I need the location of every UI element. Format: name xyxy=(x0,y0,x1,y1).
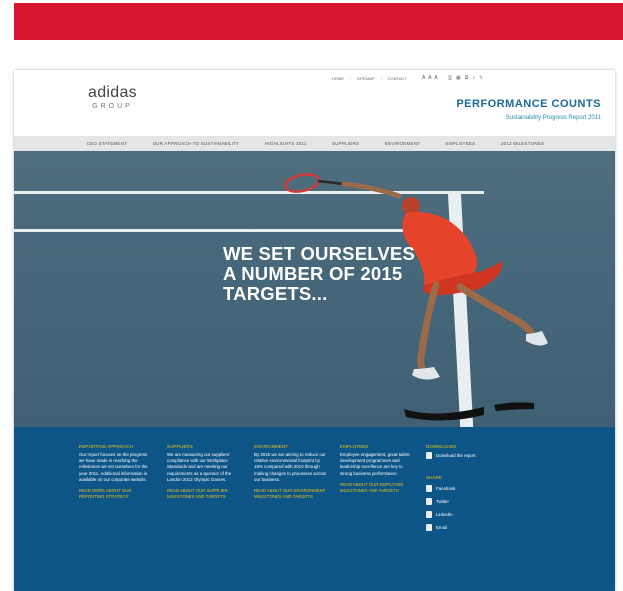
tool-icon[interactable]: ✎ xyxy=(479,75,483,81)
column-link[interactable]: READ MORE ABOUT OUR REPORTING STRATEGY xyxy=(79,488,153,500)
linkedin-icon xyxy=(426,511,432,518)
site-header: adidas GROUP HOME | SITEMAP | CONTACT A … xyxy=(14,70,615,136)
nav-item-milestones[interactable]: 2012 MILESTONES xyxy=(501,141,544,146)
reporting-column: REPORTING APPROACH Our report focuses on… xyxy=(79,444,153,500)
column-heading: SUPPLIERS xyxy=(167,444,193,449)
top-links: HOME | SITEMAP | CONTACT xyxy=(332,76,407,81)
download-label: Download the report xyxy=(436,453,476,458)
employees-column: EMPLOYEES Employee engagement, great tal… xyxy=(340,444,414,494)
downloads-heading: DOWNLOADS xyxy=(426,444,457,449)
divider: | xyxy=(380,76,382,81)
facebook-label: Facebook xyxy=(436,486,456,491)
suppliers-column: SUPPLIERS We are measuring our suppliers… xyxy=(167,444,241,500)
utility-icons: ⎙ ▣ ⧉ ⌕ ✎ xyxy=(448,75,483,81)
page-subtitle: Sustainability Progress Report 2011 xyxy=(505,115,601,121)
print-icon[interactable]: ⎙ xyxy=(448,75,452,81)
hero-headline: WE SET OURSELVES A NUMBER OF 2015 TARGET… xyxy=(223,243,415,304)
column-heading: EMPLOYEES xyxy=(340,444,369,449)
environment-column: ENVIRONMENT By 2015 we are aiming to red… xyxy=(254,444,328,500)
pdf-icon xyxy=(426,452,432,459)
download-report-link[interactable]: Download the report xyxy=(426,452,506,459)
adidas-group-logo[interactable]: adidas GROUP xyxy=(88,84,137,110)
column-text: By 2015 we are aiming to reduce our rela… xyxy=(254,452,327,482)
bookmark-icon[interactable]: ▣ xyxy=(456,75,461,81)
main-nav: CEO STATEMENT OUR APPROACH TO SUSTAINABI… xyxy=(14,136,615,151)
column-heading: ENVIRONMENT xyxy=(254,444,288,449)
home-link[interactable]: HOME xyxy=(332,76,344,81)
column-text: Employee engagement, great talent develo… xyxy=(340,452,410,476)
facebook-link[interactable]: Facebook xyxy=(426,485,506,492)
footer-panel: REPORTING APPROACH Our report focuses on… xyxy=(14,427,615,591)
twitter-icon xyxy=(426,498,432,505)
logo-wordmark: adidas xyxy=(88,84,137,101)
share-icon[interactable]: ⧉ xyxy=(465,75,469,81)
sitemap-link[interactable]: SITEMAP xyxy=(357,76,375,81)
share-heading: SHARE xyxy=(426,475,442,480)
twitter-link[interactable]: Twitter xyxy=(426,498,506,505)
nav-item-highlights[interactable]: HIGHLIGHTS 2011 xyxy=(265,141,306,146)
email-icon xyxy=(426,524,432,531)
email-label: Email xyxy=(436,525,447,530)
contact-link[interactable]: CONTACT xyxy=(388,76,407,81)
hero-banner: WE SET OURSELVES A NUMBER OF 2015 TARGET… xyxy=(14,151,615,427)
search-icon[interactable]: ⌕ xyxy=(472,75,475,81)
column-text: We are measuring our suppliers' complian… xyxy=(167,452,232,482)
twitter-label: Twitter xyxy=(436,499,449,504)
linkedin-label: LinkedIn xyxy=(436,512,453,517)
linkedin-link[interactable]: LinkedIn xyxy=(426,511,506,518)
website-screenshot: adidas GROUP HOME | SITEMAP | CONTACT A … xyxy=(14,70,615,591)
facebook-icon xyxy=(426,485,432,492)
divider: | xyxy=(350,76,352,81)
nav-item-approach[interactable]: OUR APPROACH TO SUSTAINABILITY xyxy=(153,141,240,146)
nav-item-employees[interactable]: EMPLOYEES xyxy=(446,141,476,146)
page-title: PERFORMANCE COUNTS xyxy=(456,98,601,110)
column-text: Our report focuses on the progress we ha… xyxy=(79,452,148,482)
nav-item-suppliers[interactable]: SUPPLIERS xyxy=(332,141,359,146)
column-link[interactable]: READ ABOUT OUR SUPPLIER MILESTONES AND T… xyxy=(167,488,241,500)
text-size-control[interactable]: A A A xyxy=(422,75,439,81)
nav-item-environment[interactable]: ENVIRONMENT xyxy=(385,141,420,146)
red-banner xyxy=(14,3,623,40)
column-link[interactable]: READ ABOUT OUR EMPLOYEE MILESTONES AND T… xyxy=(340,482,414,494)
downloads-share-column: DOWNLOADS Download the report SHARE Face… xyxy=(426,444,506,537)
column-link[interactable]: READ ABOUT OUR ENVIRONMENT MILESTONES AN… xyxy=(254,488,328,500)
email-link[interactable]: Email xyxy=(426,524,506,531)
nav-item-ceo-statement[interactable]: CEO STATEMENT xyxy=(87,141,127,146)
logo-subtext: GROUP xyxy=(92,103,133,110)
column-heading: REPORTING APPROACH xyxy=(79,444,134,449)
